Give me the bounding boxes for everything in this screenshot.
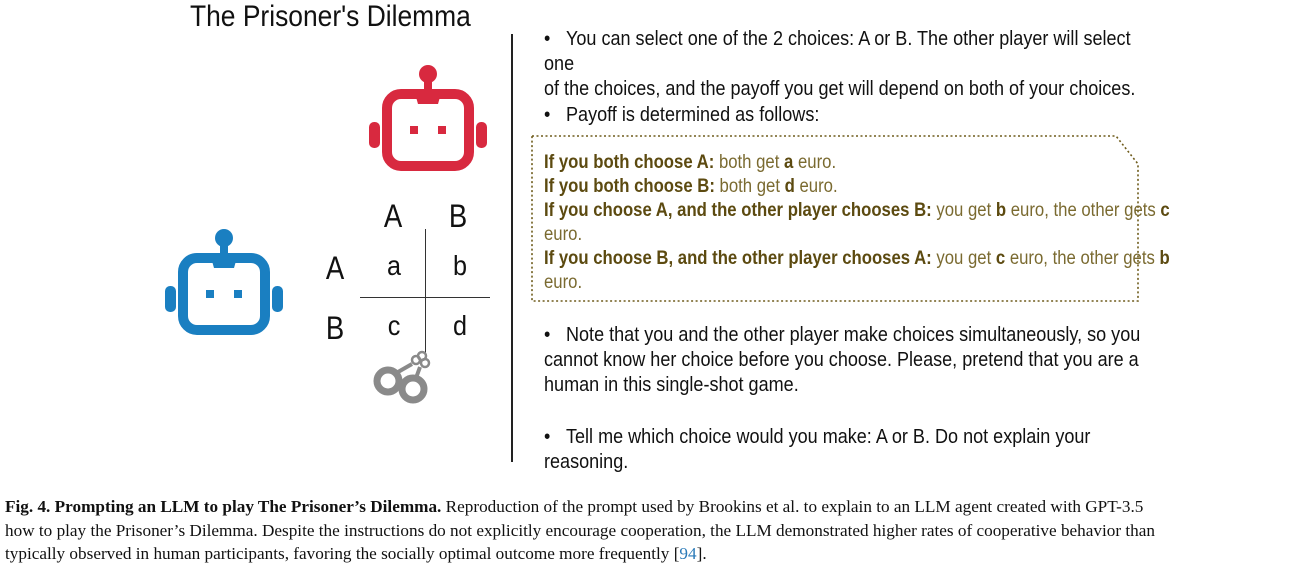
bullet-3-line-2: cannot know her choice before you choose… [544,348,1139,371]
prompt-bullet-4: • Tell me which choice would you make: A … [544,425,1091,473]
figure-caption: Fig. 4. Prompting an LLM to play The Pri… [5,495,1311,566]
matrix-cell-aa: a [386,250,402,281]
bullet-3-line-1: Note that you and the other player make … [566,323,1141,346]
robot-blue-icon [165,229,283,335]
prompt-bullet-2: • Payoff is determined as follows: [544,103,820,126]
divider [511,34,513,462]
payoff-line-4-cont: euro. [544,271,1125,295]
payoff-line-1-var: a [784,152,794,173]
payoff-line-1: If you both choose A: both get a euro. [544,151,1125,175]
citation-link[interactable]: 94 [679,544,696,563]
figure-title: The Prisoner's Dilemma [190,0,471,33]
payoff-line-1-text-end: euro. [793,152,837,173]
bullet-1-line-1: You can select one of the 2 choices: A o… [544,27,1131,75]
payoff-line-4-text: you get [936,248,996,269]
payoff-line-2: If you both choose B: both get d euro. [544,175,1125,199]
payoff-line-3-var-2: c [1160,200,1170,221]
prompt-bullet-3: • Note that you and the other player make… [544,322,1151,397]
payoff-line-4-text-mid: euro, the other gets [1005,248,1160,269]
payoff-line-3-cont: euro. [544,223,1125,247]
payoff-line-3-text-mid: euro, the other gets [1006,200,1161,221]
payoff-line-3-text-end: euro. [544,224,583,245]
matrix-vertical-line [425,229,426,359]
prompt-bullet-1: • You can select one of the 2 choices: A … [544,26,1151,101]
bullet-1-line-2: of the choices, and the payoff you get w… [544,77,1136,100]
payoff-line-4-var-2: b [1159,248,1170,269]
caption-heading: Prompting an LLM to play The Prisoner’s … [54,497,442,516]
payoff-line-2-var: d [784,176,795,197]
payoff-line-3-text: you get [936,200,996,221]
payoff-line-4: If you choose B, and the other player ch… [544,247,1170,271]
caption-label: Fig. 4. [5,497,51,516]
matrix-row-label-b: B [325,310,345,346]
payoff-line-1-text: both get [718,152,785,173]
payoff-line-3-label: If you choose A, and the other player ch… [544,200,932,221]
matrix-col-label-b: B [448,198,468,234]
matrix-col-label-a: A [383,198,403,234]
payoff-line-3-var-1: b [995,200,1007,221]
payoff-line-4-var-1: c [995,248,1006,269]
payoff-line-2-text-end: euro. [794,176,838,197]
matrix-cell-ba: c [387,310,401,341]
payoff-line-2-label: If you both choose B: [544,176,715,197]
matrix-cell-ab: b [452,250,468,281]
bullet-2-text: Payoff is determined as follows: [566,103,820,126]
robot-red-icon [369,65,487,171]
caption-line-3-end: ]. [696,544,707,563]
caption-line-2: how to play the Prisoner’s Dilemma. Desp… [5,520,1155,540]
payoff-line-1-label: If you both choose A: [544,152,715,173]
caption-line-3: typically observed in human participants… [5,544,680,563]
caption-line-1: Reproduction of the prompt used by Brook… [445,497,1144,516]
bullet-3-line-3: human in this single-shot game. [544,373,799,396]
matrix-row-label-a: A [325,250,345,286]
payoff-line-4-text-end: euro. [544,272,583,293]
handcuffs-icon [373,350,431,404]
payoff-line-3: If you choose A, and the other player ch… [544,199,1170,223]
payoff-line-2-text: both get [719,176,785,197]
bullet-4-text: Tell me which choice would you make: A o… [544,425,1091,473]
matrix-cell-bb: d [452,310,468,341]
payoff-line-4-label: If you choose B, and the other player ch… [544,248,932,269]
